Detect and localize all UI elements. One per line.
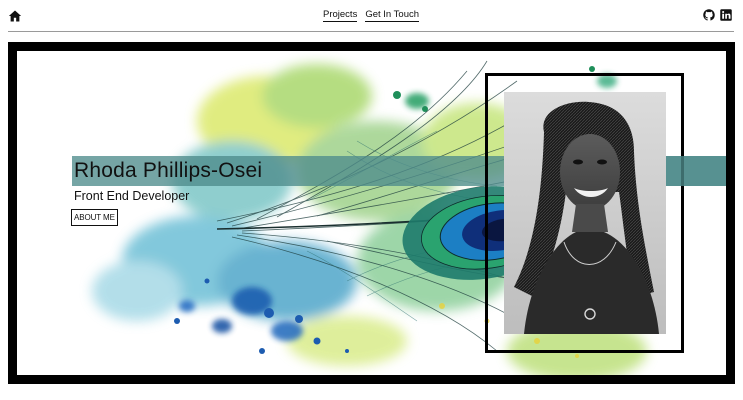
hero-role: Front End Developer (74, 189, 190, 203)
portfolio-page: Projects Get In Touch Rhoda Phillips-Ose… (0, 0, 743, 400)
social-links (703, 9, 732, 21)
portrait-band-edge (666, 156, 726, 186)
github-icon[interactable] (703, 9, 715, 21)
hero-name: Rhoda Phillips-Osei (74, 159, 263, 182)
about-me-button[interactable]: ABOUT ME (71, 209, 118, 226)
nav-link-get-in-touch[interactable]: Get In Touch (365, 9, 420, 22)
hero-banner: Rhoda Phillips-Osei Front End Developer … (8, 42, 735, 384)
portrait-photo (504, 92, 666, 334)
nav-links: Projects Get In Touch (323, 9, 420, 22)
nav-link-projects[interactable]: Projects (323, 9, 358, 22)
home-icon[interactable] (8, 9, 22, 23)
linkedin-icon[interactable] (720, 9, 732, 21)
top-navigation: Projects Get In Touch (0, 0, 743, 32)
top-divider (8, 31, 734, 32)
